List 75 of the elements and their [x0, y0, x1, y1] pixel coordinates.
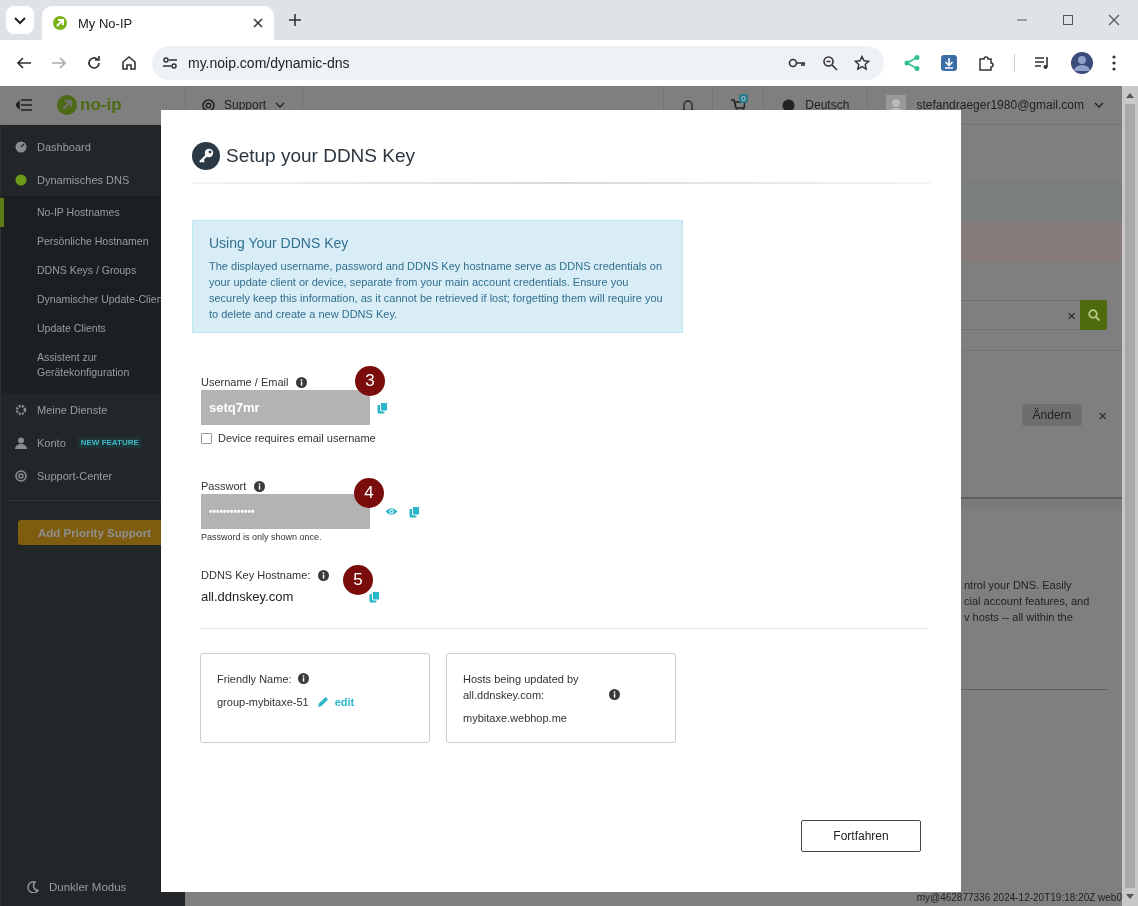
- new-feature-badge: NEW FEATURE: [77, 437, 142, 448]
- maximize-icon[interactable]: [1062, 14, 1074, 26]
- text-line: cial account features, and: [964, 594, 1091, 609]
- info-icon[interactable]: [297, 673, 309, 684]
- info-icon[interactable]: [318, 569, 330, 581]
- checkbox[interactable]: [201, 432, 212, 444]
- caret-icon: [275, 102, 286, 108]
- back-icon[interactable]: [16, 55, 32, 71]
- sidebar-item-label: Konto: [37, 436, 66, 449]
- forward-icon: [51, 55, 67, 71]
- menu-icon[interactable]: [1112, 55, 1116, 71]
- step-number-badge: 5: [343, 565, 373, 595]
- info-icon[interactable]: [254, 480, 266, 492]
- text-line: ntrol your DNS. Easily: [964, 578, 1073, 593]
- sidebar-item[interactable]: Support-Center: [1, 459, 185, 492]
- hostname-value: all.ddnskey.com: [201, 589, 295, 604]
- tab-list-icon[interactable]: [6, 6, 34, 34]
- card-label: Friendly Name:: [217, 672, 292, 687]
- dismiss-button[interactable]: ×: [1098, 406, 1107, 424]
- build-info: my@462877336 2024-12-20T19:18:20Z web0: [916, 892, 1122, 905]
- clear-button[interactable]: ×: [1067, 306, 1076, 324]
- info-text: The displayed username, password and DDNS Key hostname serve as DDNS credentials on your update client or device, separate from your main account credentials. Ensure you securely keep this information, as it cannot be retrieved if lost; forgetting them will require you to delete and create a new DDNS Key.: [209, 259, 664, 322]
- star-icon[interactable]: [854, 55, 870, 71]
- url-text[interactable]: my.noip.com/dynamic-dns: [188, 55, 350, 71]
- close-icon[interactable]: [1108, 14, 1120, 26]
- continue-button[interactable]: Fortfahren: [801, 820, 921, 852]
- step-number-badge: 3: [355, 366, 385, 396]
- scroll-thumb[interactable]: [1125, 104, 1135, 888]
- dark-mode-toggle[interactable]: Dunkler Modus: [1, 881, 185, 906]
- info-icon[interactable]: [609, 689, 620, 700]
- favicon-icon: [52, 15, 68, 31]
- tab-title: My No-IP: [78, 15, 134, 31]
- new-tab-icon[interactable]: [288, 13, 302, 27]
- info-icon[interactable]: [296, 376, 308, 388]
- close-icon[interactable]: [252, 17, 264, 29]
- cart-icon: [731, 98, 746, 112]
- address-bar[interactable]: my.noip.com/dynamic-dns: [152, 46, 884, 80]
- logo-mark-icon: [56, 94, 78, 116]
- caret-icon: [1094, 102, 1104, 108]
- checkbox-label[interactable]: Device requires email username: [218, 432, 376, 444]
- reload-icon[interactable]: [86, 55, 102, 71]
- card-value: mybitaxe.webhop.me: [463, 712, 567, 724]
- sidebar-item[interactable]: Dashboard: [1, 130, 185, 163]
- card-label: Hosts being updated by all.ddnskey.com:: [463, 672, 580, 703]
- scrollbar[interactable]: [1122, 86, 1138, 906]
- field-label: Passwort: [201, 480, 247, 492]
- field-label: DDNS Key Hostname:: [201, 569, 311, 581]
- puzzle-icon[interactable]: [977, 54, 995, 72]
- cart-count-badge: 0: [739, 94, 748, 103]
- key-icon: [192, 142, 220, 170]
- hint-text: Password is only shown once.: [201, 532, 323, 542]
- zoom-icon[interactable]: [822, 55, 838, 71]
- step-number-badge: 4: [354, 478, 384, 508]
- home-icon[interactable]: [121, 55, 137, 71]
- moon-icon: [27, 881, 39, 893]
- dialog-title: Setup your DDNS Key: [226, 145, 416, 167]
- card-value: group-mybitaxe-51: [217, 696, 309, 708]
- change-button[interactable]: Ändern: [1021, 404, 1083, 426]
- scroll-down-icon[interactable]: [1126, 894, 1134, 900]
- text-line: v hosts -- all within the: [964, 610, 1074, 625]
- browser-tab[interactable]: My No-IP: [42, 6, 274, 40]
- sidebar-item[interactable]: Meine Dienste: [1, 393, 185, 426]
- info-title: Using Your DDNS Key: [209, 235, 350, 251]
- site-settings-icon[interactable]: [162, 55, 178, 71]
- key-icon[interactable]: [788, 57, 806, 69]
- lifebuoy-icon: [202, 98, 215, 112]
- scroll-up-icon[interactable]: [1126, 92, 1134, 98]
- field-label: Username / Email: [201, 376, 289, 388]
- download-icon[interactable]: [940, 54, 958, 72]
- sidebar-toggle-icon[interactable]: [16, 99, 32, 111]
- search-icon: [1087, 309, 1100, 321]
- sidebar-item[interactable]: Dynamisches DNS: [1, 163, 185, 196]
- pencil-icon: [316, 696, 329, 708]
- avatar-icon[interactable]: [1071, 52, 1093, 74]
- search-button[interactable]: [1080, 300, 1107, 330]
